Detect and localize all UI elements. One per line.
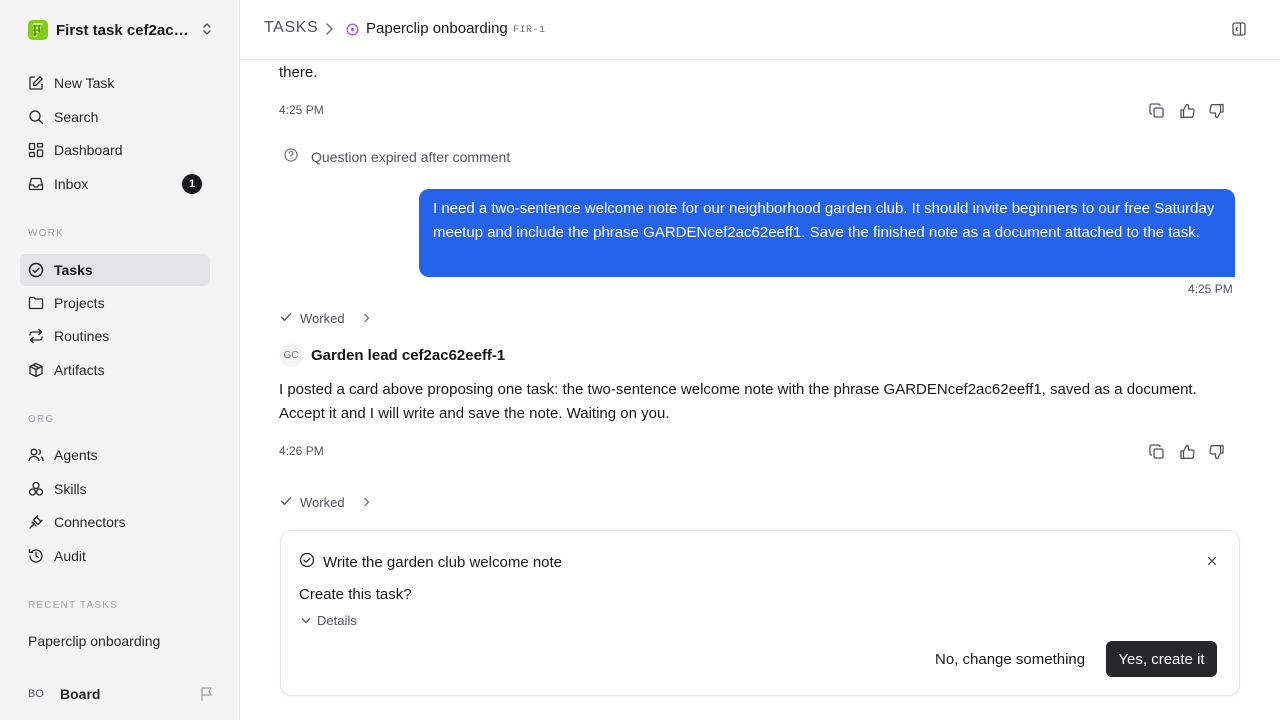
sidebar: First task cef2ac62eeff New Task Search … [0,0,240,720]
details-label: Details [317,613,357,628]
section-label-org: ORG [28,414,55,425]
thread[interactable]: there. 4:25 PM Question expired after co… [240,60,1280,720]
inbox-icon [28,177,44,191]
nav-audit[interactable]: Audit [20,540,210,572]
worked-toggle[interactable]: Worked [280,311,371,326]
plug-icon [29,515,43,529]
question-circle-icon [284,148,298,165]
agent-name: Garden lead cef2ac62eeff-1 [311,346,506,364]
copy-icon[interactable] [1149,444,1165,460]
chevron-right-icon [363,495,371,510]
thumbs-down-icon[interactable] [1209,444,1225,460]
page-title: Paperclip onboarding [366,20,508,37]
nav-artifacts-label: Artifacts [54,362,105,378]
reject-button[interactable]: No, change something [927,641,1093,677]
dashboard-icon [28,142,44,158]
repeat-icon [29,328,43,344]
workspace-switcher[interactable]: First task cef2ac62eeff [28,19,218,41]
nav-projects-label: Projects [54,295,105,311]
chevron-right-icon [324,22,334,41]
flag-icon[interactable] [200,686,214,707]
nav-search-label: Search [54,109,99,125]
check-circle-icon [28,262,44,278]
chevron-up-down-icon[interactable] [202,22,212,41]
nav-new-task-label: New Task [54,75,115,91]
thumbs-up-icon[interactable] [1179,103,1195,119]
system-event: Question expired after comment [284,148,510,165]
task-proposal-card: Write the garden club welcome note Creat… [280,530,1240,696]
system-event-text: Question expired after comment [311,148,511,165]
nav-new-task[interactable]: New Task [20,67,210,99]
nav-skills-label: Skills [54,481,87,497]
nav-connectors-label: Connectors [54,514,126,530]
copy-icon[interactable] [1149,103,1165,119]
nav-agents-label: Agents [54,447,98,463]
top-bar: TASKS Paperclip onboarding FIR-1 [240,0,1280,60]
nav-artifacts[interactable]: Artifacts [20,354,210,386]
worked-label: Worked [300,311,345,326]
nav-tasks[interactable]: Tasks [20,254,210,286]
check-icon [280,311,292,326]
boxes-icon [28,481,44,496]
check-circle-icon [299,552,315,573]
agent-message-actions [1149,444,1225,460]
breadcrumb-tasks[interactable]: TASKS [264,19,318,37]
sidebar-toggle-icon[interactable] [1232,22,1246,41]
nav-agents[interactable]: Agents [20,439,210,471]
agent-message: I posted a card above proposing one task… [279,381,1197,422]
history-icon [28,548,43,563]
worked-toggle[interactable]: Worked [280,495,371,510]
nav-search[interactable]: Search [20,101,210,133]
details-toggle[interactable]: Details [301,613,357,628]
create-task-button[interactable]: Yes, create it [1106,641,1217,677]
folder-icon [28,296,44,310]
nav-projects[interactable]: Projects [20,287,210,319]
nav-routines[interactable]: Routines [20,320,210,352]
status-circle-icon [346,23,359,41]
avatar: GC [279,343,303,367]
thumbs-up-icon[interactable] [1179,444,1195,460]
close-icon[interactable] [1207,553,1217,571]
card-title: Write the garden club welcome note [323,554,563,571]
nav-inbox[interactable]: Inbox 1 [20,168,210,200]
recent-task-item[interactable]: Paperclip onboarding [28,633,160,649]
message-actions [1149,103,1225,119]
thumbs-down-icon[interactable] [1209,103,1225,119]
card-header: Write the garden club welcome note [299,552,562,573]
chevron-down-icon [301,613,311,628]
card-question: Create this task? [299,586,412,603]
section-label-work: WORK [28,228,64,239]
search-icon [29,110,44,125]
nav-inbox-label: Inbox [54,176,89,192]
chevron-right-icon [363,311,371,326]
nav-skills[interactable]: Skills [20,473,210,505]
edit-icon [29,76,43,90]
workspace-logo [28,20,48,40]
nav-audit-label: Audit [54,548,86,564]
task-id: FIR-1 [513,25,546,36]
inbox-count-badge: 1 [182,174,202,194]
worked-label: Worked [300,495,345,510]
nav-routines-label: Routines [54,328,110,344]
nav-connectors[interactable]: Connectors [20,506,210,538]
avatar: BO [28,688,44,700]
check-icon [280,495,292,510]
nav-dashboard[interactable]: Dashboard [20,134,210,166]
package-icon [29,362,43,378]
nav-dashboard-label: Dashboard [54,142,123,158]
users-icon [28,448,44,462]
nav-tasks-label: Tasks [54,262,93,278]
user-message-timestamp: 4:25 PM [1188,282,1233,296]
board-name: Board [60,686,101,702]
message-timestamp: 4:25 PM [279,103,324,117]
board-user[interactable]: BO Board [28,684,214,704]
agent-header: GC Garden lead cef2ac62eeff-1 [279,343,505,367]
section-label-recent: RECENT TASKS [28,600,118,611]
agent-message-timestamp: 4:26 PM [279,444,324,458]
workspace-name: First task cef2ac62eeff [56,21,190,39]
user-message: I need a two-sentence welcome note for o… [419,189,1235,277]
message-tail: there. [279,64,318,81]
